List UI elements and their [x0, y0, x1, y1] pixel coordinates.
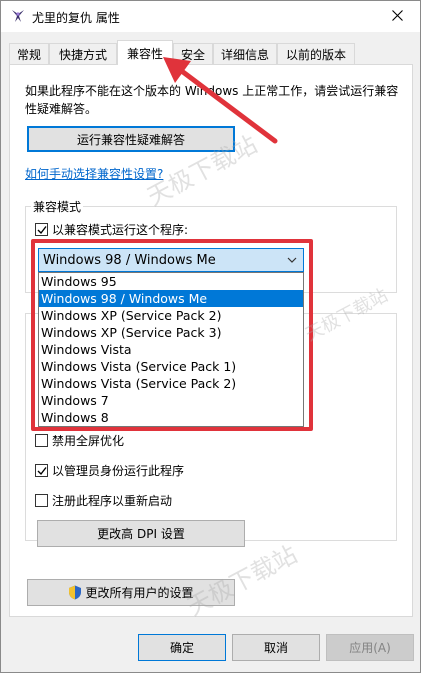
checkbox-unchecked-icon [35, 494, 48, 507]
title-bar[interactable]: 尤里的复仇 属性 [1, 1, 420, 32]
annotation-arrow-icon [163, 57, 278, 144]
close-button[interactable] [375, 1, 420, 32]
cancel-button[interactable]: 取消 [232, 634, 320, 661]
ok-button[interactable]: 确定 [138, 634, 226, 661]
tab-shortcut[interactable]: 快捷方式 [49, 43, 117, 65]
register-restart-checkbox[interactable]: 注册此程序以重新启动 [35, 492, 172, 509]
run-compat-mode-checkbox[interactable]: 以兼容模式运行这个程序: [35, 221, 188, 238]
manual-compat-link[interactable]: 如何手动选择兼容性设置? [25, 165, 163, 182]
close-icon [392, 9, 403, 24]
tab-previous-versions[interactable]: 以前的版本 [277, 43, 355, 65]
yuri-app-icon [10, 8, 26, 24]
checkbox-checked-icon [35, 223, 48, 236]
apply-button[interactable]: 应用(A) [326, 634, 414, 661]
uac-shield-icon [68, 585, 82, 600]
change-dpi-button[interactable]: 更改高 DPI 设置 [37, 520, 245, 547]
window-title: 尤里的复仇 属性 [32, 11, 120, 25]
disable-fullscreen-opt-checkbox[interactable]: 禁用全屏优化 [35, 432, 124, 449]
run-as-admin-checkbox[interactable]: 以管理员身份运行此程序 [35, 462, 184, 479]
highlight-box [31, 239, 313, 431]
compat-mode-label: 兼容模式 [31, 198, 84, 215]
properties-window: 尤里的复仇 属性 常规 快捷方式 兼容性 安全 详细信息 以前的版本 如果此程序… [0, 0, 421, 673]
change-all-users-button[interactable]: 更改所有用户的设置 [27, 579, 235, 606]
checkbox-checked-icon [35, 464, 48, 477]
checkbox-unchecked-icon [35, 434, 48, 447]
tab-general[interactable]: 常规 [9, 43, 49, 65]
